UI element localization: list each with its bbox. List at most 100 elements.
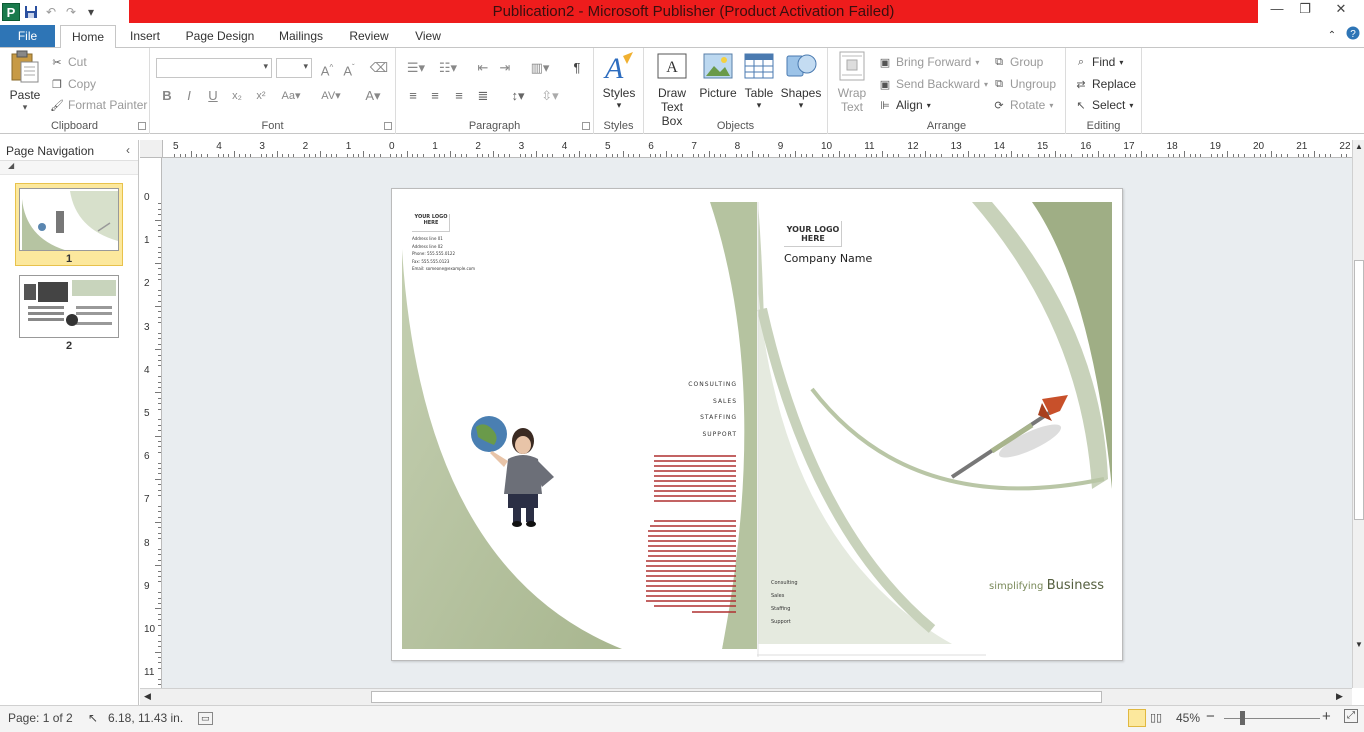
zoom-level[interactable]: 45%	[1176, 711, 1200, 725]
align-button[interactable]: ⊫ Align ▾	[878, 95, 931, 115]
pilcrow-icon[interactable]: ¶	[566, 58, 588, 78]
bullets-icon[interactable]: ☰▾	[402, 58, 430, 78]
redo-icon[interactable]: ↷	[62, 3, 80, 21]
columns-icon[interactable]: ▥▾	[526, 58, 554, 78]
numbering-icon[interactable]: ☷▾	[434, 58, 462, 78]
zoom-in-button[interactable]: +	[1322, 708, 1331, 725]
horizontal-scroll-thumb[interactable]	[371, 691, 1102, 703]
cut-button[interactable]: ✂ Cut	[50, 52, 86, 72]
ribbon-minimize-icon[interactable]: ⌃	[1322, 25, 1342, 48]
clipboard-launcher-icon[interactable]	[138, 122, 146, 130]
justify-icon[interactable]: ≣	[472, 86, 494, 106]
font-family-combo[interactable]	[156, 58, 272, 78]
tab-home[interactable]: Home	[60, 25, 116, 49]
zoom-slider-track[interactable]	[1224, 718, 1320, 719]
find-button[interactable]: ⌕ Find ▾	[1074, 52, 1123, 72]
vertical-scrollbar[interactable]: ▲ ▼	[1352, 140, 1364, 688]
vertical-ruler[interactable]: 0 1 2 3 4 5 6 7 8 9 10 11	[140, 158, 162, 688]
close-button[interactable]: ✕	[1326, 0, 1356, 20]
align-left-icon[interactable]: ≡	[402, 86, 424, 106]
tab-mailings[interactable]: Mailings	[272, 25, 330, 48]
ruler-h-minor-tick	[671, 154, 673, 157]
line-spacing-icon[interactable]: ↕▾	[504, 86, 532, 106]
section-toggle-icon[interactable]: ◢	[0, 161, 138, 175]
styles-button[interactable]: A Styles ▾	[600, 50, 638, 111]
ungroup-button[interactable]: ⧉ Ungroup	[992, 74, 1056, 94]
font-size-combo[interactable]	[276, 58, 312, 78]
company-name[interactable]: Company Name	[784, 252, 872, 265]
left-services-list[interactable]: CONSULTING SALES STAFFING SUPPORT	[688, 377, 737, 443]
tagline[interactable]: simplifying Business	[989, 578, 1104, 593]
paragraph-spacing-icon[interactable]: ⇳▾	[536, 86, 564, 106]
subscript-icon[interactable]: x₂	[226, 86, 248, 106]
vertical-scroll-thumb[interactable]	[1354, 260, 1364, 520]
scroll-right-icon[interactable]: ▶	[1336, 691, 1343, 702]
superscript-icon[interactable]: x²	[250, 86, 272, 106]
replace-button[interactable]: ⇄ Replace	[1074, 74, 1136, 94]
shrink-font-icon[interactable]: Aˇ	[338, 58, 360, 78]
horizontal-ruler[interactable]: 5 4 3 2 1 0 1 2 3 4 5 6 7 8 9 10 11 12 13 14 15 16 17 18 19 20 21 2…	[163, 140, 1352, 158]
underline-icon[interactable]: U	[202, 86, 224, 106]
zoom-out-button[interactable]: −	[1206, 708, 1215, 725]
customize-qat-icon[interactable]: ▾	[82, 3, 100, 21]
horizontal-scrollbar[interactable]: ◀ ▶	[140, 688, 1352, 705]
clear-formatting-icon[interactable]: ⌫	[368, 58, 390, 78]
paste-button[interactable]: Paste ▾	[6, 50, 44, 113]
italic-icon[interactable]: I	[178, 86, 200, 106]
page-thumbnail-2[interactable]: 2	[15, 271, 123, 352]
fit-page-icon[interactable]: ⤢	[1344, 709, 1358, 723]
minimize-button[interactable]: —	[1262, 0, 1292, 20]
draw-text-box-button[interactable]: A Draw Text Box	[650, 50, 694, 128]
tab-review[interactable]: Review	[344, 25, 394, 48]
bold-icon[interactable]: B	[156, 86, 178, 106]
decrease-indent-icon[interactable]: ⇤	[472, 58, 494, 78]
change-case-icon[interactable]: Aa▾	[276, 86, 306, 106]
scroll-down-icon[interactable]: ▼	[1355, 640, 1363, 649]
right-logo-box[interactable]: YOUR LOGO HERE	[784, 221, 842, 247]
right-services-list[interactable]: Consulting Sales Staffing Support	[771, 577, 798, 629]
left-address-block[interactable]: Address line 01 Address line 02 Phone: 5…	[412, 235, 475, 273]
bring-forward-button[interactable]: ▣ Bring Forward ▾	[878, 52, 980, 72]
save-icon[interactable]	[22, 3, 40, 21]
paste-dropdown-icon[interactable]: ▾	[6, 102, 44, 113]
font-launcher-icon[interactable]	[384, 122, 392, 130]
shapes-button[interactable]: Shapes ▾	[780, 50, 822, 111]
send-backward-button[interactable]: ▣ Send Backward ▾	[878, 74, 988, 94]
collapse-pane-icon[interactable]: ‹	[126, 143, 130, 157]
increase-indent-icon[interactable]: ⇥	[494, 58, 516, 78]
publisher-app-icon[interactable]: P	[2, 2, 20, 21]
page-2-number: 2	[65, 340, 73, 352]
left-logo-box[interactable]: YOUR LOGO HERE	[412, 214, 450, 232]
format-painter-button[interactable]: 🖌 Format Painter	[50, 95, 147, 115]
picture-button[interactable]: Picture	[698, 50, 738, 100]
character-spacing-icon[interactable]: AV▾	[316, 86, 346, 106]
paragraph-launcher-icon[interactable]	[582, 122, 590, 130]
align-right-icon[interactable]: ≡	[448, 86, 470, 106]
group-button[interactable]: ⧉ Group	[992, 52, 1043, 72]
picture-label: Picture	[699, 86, 737, 100]
tab-file[interactable]: File	[0, 25, 55, 47]
ruler-h-minor-tick	[579, 151, 581, 157]
publication-page[interactable]: YOUR LOGO HERE Address line 01 Address l…	[391, 188, 1123, 661]
tab-view[interactable]: View	[408, 25, 448, 48]
zoom-slider-thumb[interactable]	[1240, 711, 1245, 725]
table-button[interactable]: Table ▾	[742, 50, 776, 111]
two-page-view-icon[interactable]: ▯▯	[1150, 711, 1162, 724]
align-center-icon[interactable]: ≡	[424, 86, 446, 106]
tab-page-design[interactable]: Page Design	[180, 25, 260, 48]
help-icon[interactable]: ?	[1344, 25, 1362, 48]
wrap-text-button[interactable]: Wrap Text	[834, 50, 870, 114]
rotate-button[interactable]: ⟳ Rotate ▾	[992, 95, 1053, 115]
tab-insert[interactable]: Insert	[124, 25, 166, 48]
scroll-up-icon[interactable]: ▲	[1355, 142, 1363, 151]
font-color-icon[interactable]: A▾	[358, 86, 388, 106]
page-thumbnail-1[interactable]: 1	[15, 183, 123, 266]
restore-button[interactable]: ❐	[1290, 0, 1320, 20]
select-button[interactable]: ↖ Select ▾	[1074, 95, 1133, 115]
single-page-view-icon[interactable]	[1128, 709, 1146, 727]
grow-font-icon[interactable]: A^	[316, 58, 338, 78]
undo-icon[interactable]: ↶	[42, 3, 60, 21]
page-indicator[interactable]: Page: 1 of 2	[8, 711, 73, 725]
copy-button[interactable]: ❐ Copy	[50, 74, 96, 94]
scroll-left-icon[interactable]: ◀	[144, 691, 151, 702]
